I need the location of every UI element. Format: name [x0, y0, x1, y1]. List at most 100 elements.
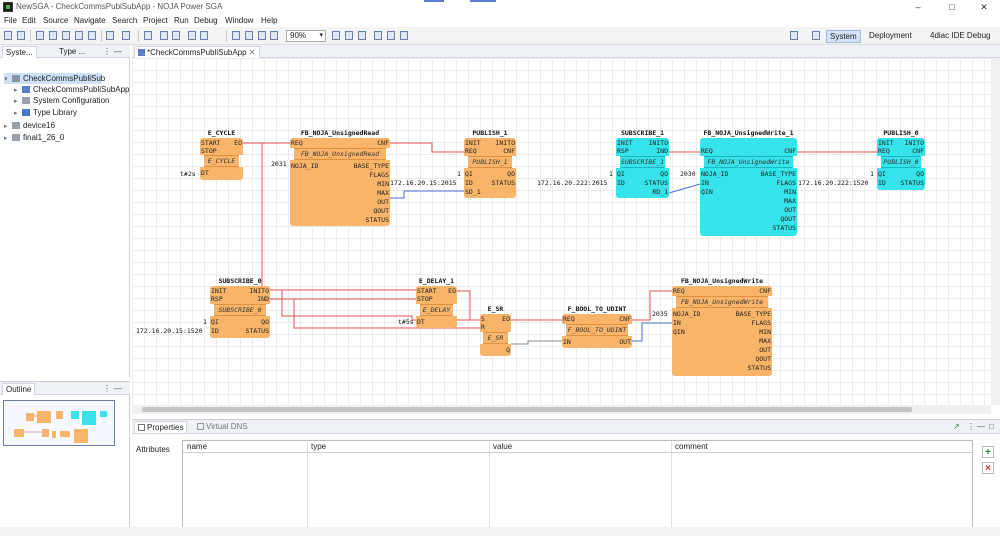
data-input-pin[interactable]: IN: [701, 179, 709, 187]
event-input-pin[interactable]: RSP: [211, 295, 223, 303]
scrollbar-thumb[interactable]: [142, 407, 912, 412]
event-connection[interactable]: [243, 142, 263, 297]
horizontal-scrollbar[interactable]: [132, 405, 991, 414]
parameter-value[interactable]: 2031: [271, 160, 287, 168]
data-output-pin[interactable]: Q: [506, 346, 510, 354]
data-connection[interactable]: [511, 340, 562, 345]
data-output-pin[interactable]: QOUT: [780, 215, 796, 223]
zoom-select[interactable]: 90% ▾: [286, 30, 326, 42]
data-output-pin[interactable]: RD_1: [652, 188, 668, 196]
new-type-icon[interactable]: [62, 31, 70, 40]
data-output-pin[interactable]: OUT: [619, 338, 631, 346]
data-output-pin[interactable]: BASE_TYPE: [761, 170, 796, 178]
data-output-pin[interactable]: STATUS: [366, 216, 389, 224]
event-input-pin[interactable]: R: [481, 323, 485, 331]
perspective-deployment[interactable]: Deployment: [866, 30, 915, 43]
event-input-pin[interactable]: START: [417, 287, 437, 295]
menu-edit[interactable]: Edit: [22, 16, 36, 25]
data-output-pin[interactable]: STATUS: [901, 179, 924, 187]
vertical-scrollbar[interactable]: [991, 58, 1000, 405]
column-header-value[interactable]: value: [493, 441, 512, 452]
close-icon[interactable]: ✕: [970, 1, 998, 13]
data-input-pin[interactable]: NOJA_ID: [673, 310, 700, 318]
data-output-pin[interactable]: STATUS: [773, 224, 796, 232]
minimize-view-icon[interactable]: —: [111, 46, 125, 58]
parameter-value[interactable]: 1: [870, 170, 874, 178]
data-input-pin[interactable]: IN: [673, 319, 681, 327]
data-output-pin[interactable]: STATUS: [645, 179, 668, 187]
align-right-icon[interactable]: [358, 31, 366, 40]
maximize-view-icon[interactable]: □: [986, 421, 997, 433]
event-output-pin[interactable]: CNF: [377, 139, 389, 147]
event-output-pin[interactable]: CNF: [503, 147, 515, 155]
open-perspective-icon[interactable]: [812, 31, 820, 40]
data-output-pin[interactable]: FLAGS: [751, 319, 771, 327]
data-output-pin[interactable]: OUT: [377, 198, 389, 206]
parameter-value[interactable]: 172.16.20.222:2015: [537, 179, 607, 187]
data-input-pin[interactable]: QIN: [673, 328, 685, 336]
nav-back-icon[interactable]: [188, 31, 196, 40]
perspective-system[interactable]: System: [826, 30, 861, 43]
menu-source[interactable]: Source: [43, 16, 68, 25]
parameter-value[interactable]: 2030: [680, 170, 696, 178]
data-input-pin[interactable]: QI: [211, 318, 219, 326]
event-input-pin[interactable]: RSP: [617, 147, 629, 155]
parameter-value[interactable]: t#2s: [180, 170, 196, 178]
new-app-icon[interactable]: [49, 31, 57, 40]
tab-properties[interactable]: Properties: [134, 421, 188, 433]
comment-icon[interactable]: [270, 31, 278, 40]
tab-virtual-dns[interactable]: Virtual DNS: [194, 421, 251, 433]
tree-item-type-library[interactable]: ▸ Type Library: [14, 107, 77, 118]
fb-subscribe-0[interactable]: SUBSCRIBE_0 INIT RSP INITO IND SUBSCRIBE…: [210, 277, 270, 338]
data-output-pin[interactable]: FLAGS: [776, 179, 796, 187]
data-output-pin[interactable]: OUT: [759, 346, 771, 354]
redo-icon[interactable]: [172, 31, 180, 40]
data-output-pin[interactable]: QO: [660, 170, 668, 178]
attributes-table[interactable]: name type value comment: [182, 440, 974, 529]
align-bottom-icon[interactable]: [400, 31, 408, 40]
menu-search[interactable]: Search: [112, 16, 137, 25]
data-output-pin[interactable]: QOUT: [373, 207, 389, 215]
align-top-icon[interactable]: [374, 31, 382, 40]
event-input-pin[interactable]: REQ: [673, 287, 685, 295]
add-attribute-button[interactable]: +: [982, 446, 994, 458]
event-output-pin[interactable]: CNF: [784, 147, 796, 155]
close-tab-icon[interactable]: ✕: [249, 48, 256, 57]
data-output-pin[interactable]: BASE_TYPE: [354, 162, 389, 170]
event-input-pin[interactable]: REQ: [563, 315, 575, 323]
fb-e-delay-1[interactable]: E_DELAY_1 START STOP EO E_DELAY DT: [416, 277, 457, 328]
deploy-icon[interactable]: [106, 31, 114, 40]
data-input-pin[interactable]: ID: [211, 327, 219, 335]
minimize-icon[interactable]: –: [904, 1, 932, 13]
event-output-pin[interactable]: IND: [257, 295, 269, 303]
data-input-pin[interactable]: QIN: [701, 188, 713, 196]
parameter-value[interactable]: 172.16.20.15:2015: [390, 179, 457, 187]
parameter-value[interactable]: 1: [457, 170, 461, 178]
data-output-pin[interactable]: STATUS: [492, 179, 515, 187]
fb-f-bool-to-udint[interactable]: F_BOOL_TO_UDINT REQ CNF F_BOOL_TO_UDINT …: [562, 305, 632, 348]
fb-e-cycle[interactable]: E_CYCLE START STOP EO E_CYCLE DT: [200, 129, 243, 180]
event-output-pin[interactable]: INITO: [904, 139, 924, 147]
tab-outline[interactable]: Outline: [2, 383, 36, 395]
menu-navigate[interactable]: Navigate: [74, 16, 106, 25]
tree-item-final[interactable]: ▸ final1_26_0: [4, 132, 64, 143]
event-output-pin[interactable]: IND: [656, 147, 668, 155]
data-output-pin[interactable]: QO: [916, 170, 924, 178]
event-output-pin[interactable]: EO: [448, 287, 456, 295]
data-output-pin[interactable]: MAX: [784, 197, 796, 205]
parameter-value[interactable]: 1: [609, 170, 613, 178]
event-input-pin[interactable]: STOP: [201, 147, 217, 155]
fb-publish-1[interactable]: PUBLISH_1 INIT REQ INITO CNF PUBLISH_1 Q…: [464, 129, 516, 198]
data-input-pin[interactable]: QI: [878, 170, 886, 178]
fb-e-sr[interactable]: E_SR S R EO E_SR Q: [480, 305, 511, 356]
data-input-pin[interactable]: QI: [465, 170, 473, 178]
tree-item-project[interactable]: ▾ CheckCommsPubliSub: [4, 73, 105, 84]
data-output-pin[interactable]: MAX: [377, 189, 389, 197]
tree-item-system-config[interactable]: ▸ System Configuration: [14, 95, 109, 106]
event-connection[interactable]: [457, 290, 480, 321]
data-output-pin[interactable]: BASE_TYPE: [736, 310, 771, 318]
tree-item-device16[interactable]: ▸ device16: [4, 120, 55, 131]
column-header-comment[interactable]: comment: [675, 441, 708, 452]
align-center-icon[interactable]: [345, 31, 353, 40]
data-output-pin[interactable]: FLAGS: [369, 171, 389, 179]
